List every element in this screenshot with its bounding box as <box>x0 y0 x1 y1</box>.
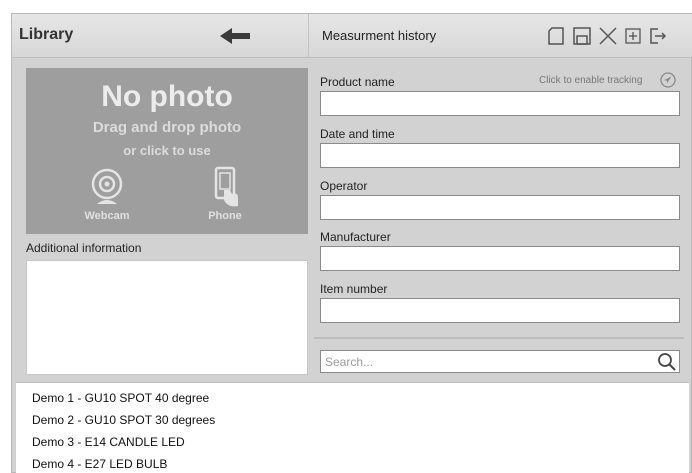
phone-button[interactable]: Phone <box>194 164 256 226</box>
phone-label: Phone <box>208 210 242 222</box>
manufacturer-input[interactable] <box>320 246 680 271</box>
operator-input[interactable] <box>320 195 680 220</box>
date-time-label: Date and time <box>320 127 395 141</box>
product-name-input[interactable] <box>320 91 680 116</box>
photo-dropzone[interactable]: No photo Drag and drop photo or click to… <box>26 68 308 234</box>
phone-icon <box>214 166 238 207</box>
add-button[interactable] <box>622 25 644 47</box>
save-icon <box>573 27 591 45</box>
export-button[interactable] <box>646 25 668 47</box>
search-button[interactable] <box>657 352 677 372</box>
drag-drop-text: Drag and drop photo <box>92 119 242 136</box>
list-item[interactable]: Demo 3 - E14 CANDLE LED <box>32 435 185 449</box>
export-icon <box>650 28 667 44</box>
header-divider <box>308 14 309 58</box>
list-item[interactable]: Demo 1 - GU10 SPOT 40 degree <box>32 391 209 405</box>
webcam-icon <box>91 168 123 204</box>
webcam-label: Webcam <box>84 210 130 222</box>
search-input[interactable] <box>320 350 680 373</box>
tracking-toggle-text[interactable]: Click to enable tracking <box>539 75 642 86</box>
tracking-toggle[interactable] <box>660 72 676 88</box>
item-number-input[interactable] <box>320 298 680 323</box>
new-document-icon <box>548 27 564 45</box>
add-icon <box>625 28 641 44</box>
header-bar: Library Measurment history <box>12 14 692 58</box>
item-number-label: Item number <box>320 282 388 296</box>
no-photo-heading: No photo <box>101 80 233 113</box>
back-button[interactable] <box>218 27 252 45</box>
webcam-button[interactable]: Webcam <box>79 164 135 226</box>
delete-icon <box>599 27 617 45</box>
library-title: Library <box>19 26 74 43</box>
arrow-left-icon <box>220 28 250 44</box>
app-window: Library Measurment history No photo Drag… <box>11 13 692 473</box>
product-name-label: Product name <box>320 75 395 89</box>
search-icon <box>658 353 676 371</box>
new-button[interactable] <box>545 25 567 47</box>
navigation-icon <box>660 72 676 88</box>
measurement-history-title: Measurment history <box>322 28 437 43</box>
click-to-use-text: or click to use <box>123 143 211 158</box>
section-divider <box>314 337 684 339</box>
additional-info-field[interactable] <box>26 260 308 375</box>
delete-button[interactable] <box>597 25 619 47</box>
additional-info-label: Additional information <box>26 241 142 255</box>
manufacturer-label: Manufacturer <box>320 230 391 244</box>
date-time-input[interactable] <box>320 143 680 168</box>
list-item[interactable]: Demo 2 - GU10 SPOT 30 degrees <box>32 413 215 427</box>
list-item[interactable]: Demo 4 - E27 LED BULB <box>32 457 167 471</box>
library-list: Demo 1 - GU10 SPOT 40 degree Demo 2 - GU… <box>16 382 689 473</box>
save-button[interactable] <box>571 25 593 47</box>
operator-label: Operator <box>320 179 368 193</box>
